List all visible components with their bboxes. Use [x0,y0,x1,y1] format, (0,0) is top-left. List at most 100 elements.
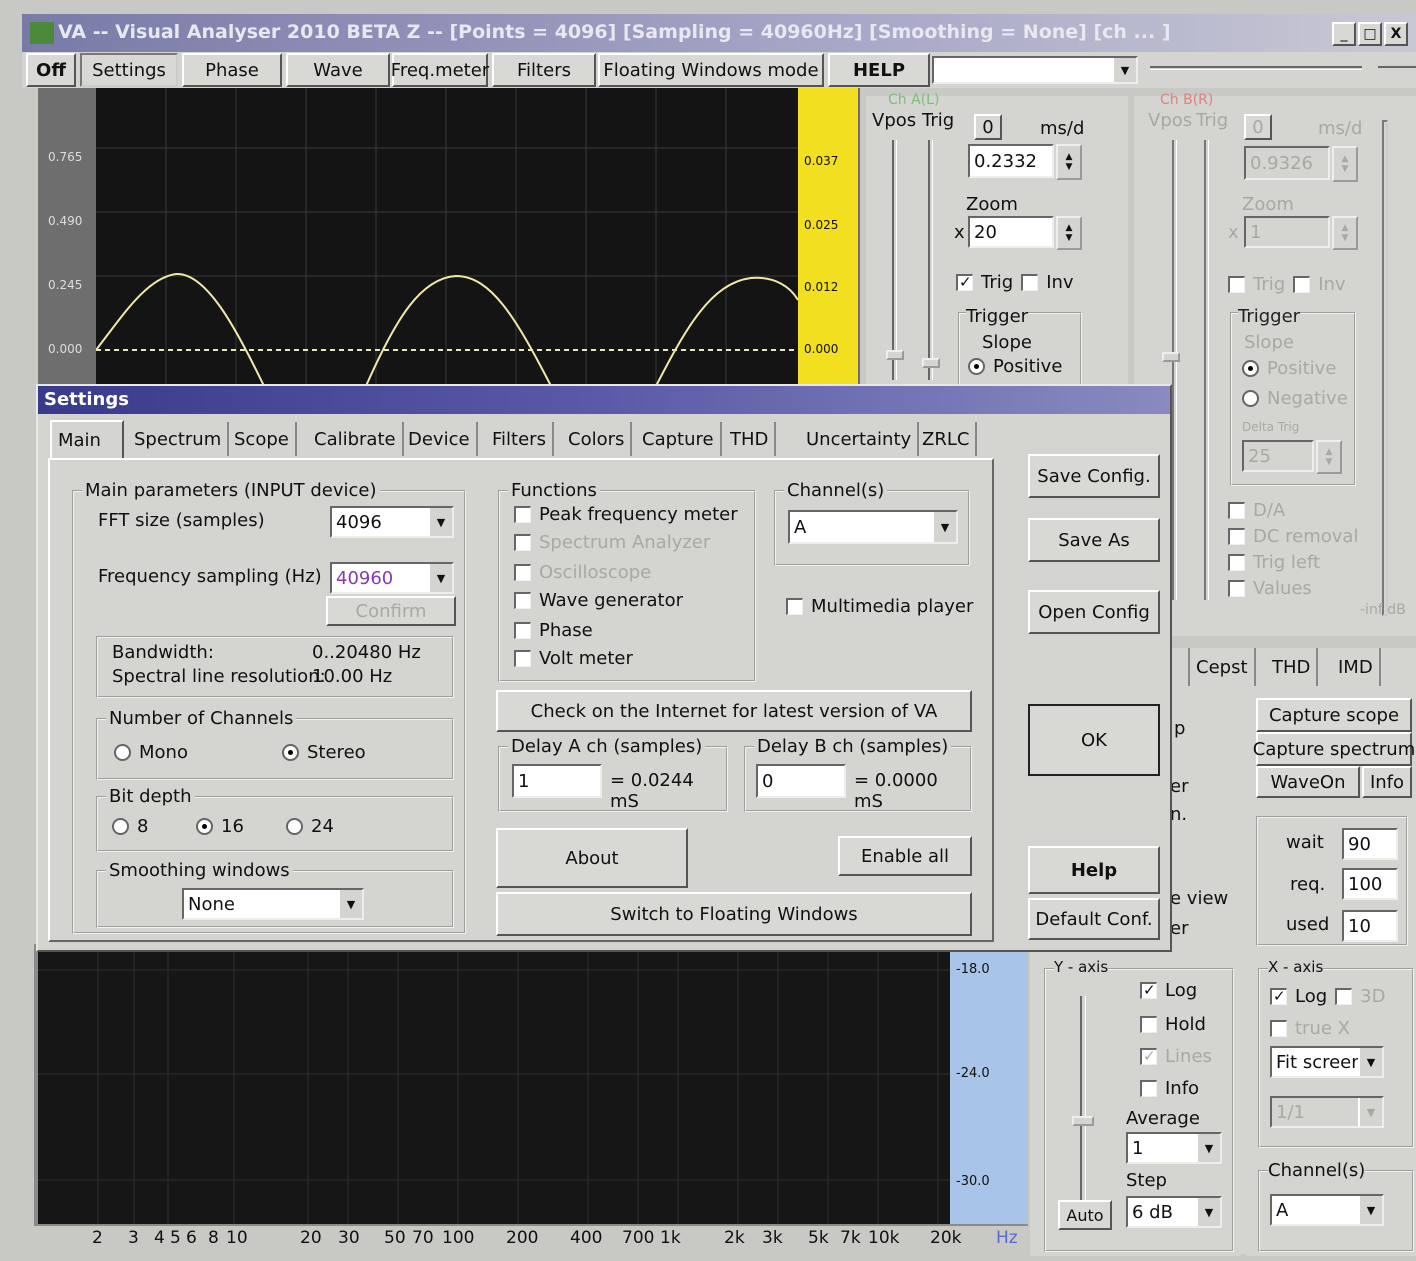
ch-a-zoom-input[interactable]: 20 [968,216,1054,248]
y-info-checkbox[interactable] [1140,1080,1157,1097]
tab-thd[interactable]: THD [724,422,777,456]
fn-voltmeter-checkbox[interactable] [514,650,531,667]
close-button[interactable]: X [1384,22,1408,46]
waveon-button[interactable]: WaveOn [1256,766,1360,798]
info-button[interactable]: Info [1362,766,1412,798]
ch-a-inv-checkbox[interactable] [1021,274,1039,291]
save-as-button[interactable]: Save As [1028,518,1160,562]
y-log-checkbox[interactable] [1140,981,1157,999]
fft-size-select[interactable]: 4096 ▼ [330,506,454,538]
capture-spectrum-button[interactable]: Capture spectrum [1253,732,1415,766]
x-3d-checkbox[interactable] [1335,988,1353,1005]
average-label: Average [1126,1108,1200,1129]
tab-imd[interactable]: IMD [1332,648,1381,686]
fn-wavegen-checkbox[interactable] [514,592,531,609]
tab-filters[interactable]: Filters [486,422,554,456]
about-button[interactable]: About [496,828,688,888]
tab-spectrum[interactable]: Spectrum [128,422,230,456]
settings-dialog: Settings Main Spectrum Scope Calibrate D… [36,384,1172,952]
multimedia-checkbox[interactable] [786,598,803,615]
tab-colors[interactable]: Colors [562,422,633,456]
floating-windows-menu-button[interactable]: Floating Windows mode [598,53,824,87]
tab-uncertainty[interactable]: Uncertainty [800,422,920,456]
fn-voltmeter-label: Volt meter [539,648,633,669]
step-select[interactable]: 6 dB ▼ [1126,1196,1222,1228]
spectrum-grid [38,944,950,1224]
wait-input[interactable]: 90 [1342,828,1398,860]
delay-b-input[interactable]: 0 [756,764,846,798]
x-channel-select[interactable]: A ▼ [1270,1194,1384,1226]
ch-a-msd-zero-button[interactable]: 0 [974,114,1002,140]
x-log-checkbox[interactable] [1270,987,1287,1005]
ch-a-trig-thumb[interactable] [922,358,940,368]
bit8-radio[interactable] [112,818,129,835]
bit24-radio[interactable] [286,818,303,835]
delay-a-input[interactable]: 1 [512,764,602,798]
open-config-button[interactable]: Open Config [1028,590,1160,634]
check-internet-button[interactable]: Check on the Internet for latest version… [496,690,972,732]
auto-button[interactable]: Auto [1058,1200,1112,1230]
chevron-down-icon: ▼ [338,890,362,918]
y-hold-checkbox[interactable] [1140,1016,1157,1033]
used-input[interactable]: 10 [1342,910,1398,942]
phase-menu-button[interactable]: Phase [182,53,282,87]
ch-a-msd-spinner[interactable]: ▲ ▼ [1056,144,1082,180]
wave-menu-button[interactable]: Wave [286,53,390,87]
spectrum-screen[interactable] [38,944,950,1224]
fn-phase-checkbox[interactable] [514,622,531,639]
ch-b-delta-spinner: ▲ ▼ [1316,440,1342,474]
fit-screen-select[interactable]: Fit screen ▼ [1270,1046,1384,1078]
tab-cepst[interactable]: Cepst [1188,648,1256,686]
off-button[interactable]: Off [26,53,76,87]
freq-tick-3k: 3k [762,1228,783,1248]
help-button[interactable]: Help [1028,846,1160,894]
ok-button[interactable]: OK [1028,704,1160,776]
ch-b-da-checkbox [1228,502,1245,519]
average-select[interactable]: 1 ▼ [1126,1132,1222,1164]
ch-a-vpos-slider[interactable] [892,140,897,380]
tab-zrlc[interactable]: ZRLC [916,422,978,456]
smoothing-select[interactable]: None ▼ [182,888,364,920]
menu-combo[interactable]: ▼ [932,56,1138,84]
scope-screen[interactable] [96,88,798,386]
tab-device[interactable]: Device [402,422,478,456]
maximize-button[interactable]: □ [1358,22,1382,46]
req-input[interactable]: 100 [1342,868,1398,900]
ch-a-vpos-thumb[interactable] [886,350,904,360]
switch-floating-button[interactable]: Switch to Floating Windows [496,892,972,936]
tab-calibrate[interactable]: Calibrate [308,422,404,456]
tab-scope[interactable]: Scope [228,422,297,456]
enable-all-button[interactable]: Enable all [838,836,972,876]
freq-sampling-select[interactable]: 40960 ▼ [330,562,454,594]
tab-main[interactable]: Main [50,420,124,458]
fn-peak-checkbox[interactable] [514,506,531,523]
channel-select[interactable]: A ▼ [788,510,958,544]
ch-a-trig-checkbox[interactable] [956,273,973,291]
ch-a-positive-radio[interactable] [968,358,985,375]
ch-a-msd-input[interactable]: 0.2332 [968,144,1054,178]
settings-menu-button[interactable]: Settings [80,53,178,87]
freqmeter-menu-button[interactable]: Freq.meter [391,53,489,87]
minimize-button[interactable]: _ [1332,22,1356,46]
ch-a-zoom-spinner[interactable]: ▲ ▼ [1056,216,1082,250]
ch-b-inv-label: Inv [1318,274,1346,295]
bit16-radio[interactable] [196,818,213,835]
stereo-radio[interactable] [282,744,299,761]
freq-tick-10k: 10k [868,1228,900,1248]
top-slider[interactable] [1150,66,1362,70]
default-conf-button[interactable]: Default Conf. [1028,898,1160,940]
req-label: req. [1290,874,1326,895]
freq-tick-400: 400 [570,1228,603,1248]
y-axis-slider[interactable] [1080,996,1086,1200]
mono-radio[interactable] [114,744,131,761]
smoothing-value: None [188,893,235,915]
capture-scope-button[interactable]: Capture scope [1256,698,1412,732]
tab-thd-right[interactable]: THD [1266,648,1319,686]
ch-a-trig-slider[interactable] [928,140,933,380]
help-menu-button[interactable]: HELP [828,53,930,87]
save-config-button[interactable]: Save Config. [1028,454,1160,498]
tab-capture[interactable]: Capture [636,422,722,456]
filters-menu-button[interactable]: Filters [492,53,596,87]
y-axis-thumb[interactable] [1072,1116,1094,1126]
top-slider-2[interactable] [1378,66,1416,70]
